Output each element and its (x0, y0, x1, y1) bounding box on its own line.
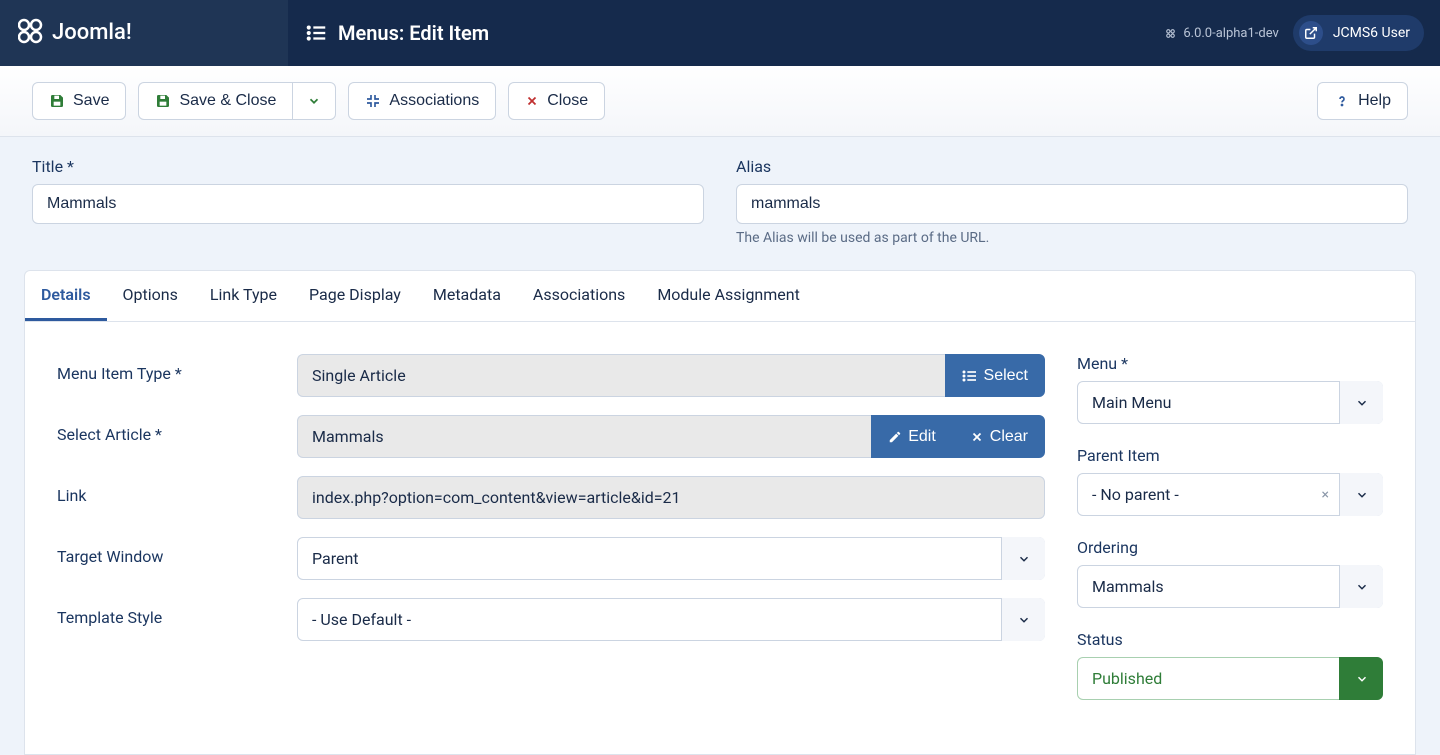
link-label: Link (57, 476, 297, 505)
page-title: Menus: Edit Item (338, 21, 489, 45)
alias-input[interactable] (736, 184, 1408, 224)
select-btn-label: Select (984, 367, 1028, 385)
parent-item-clear[interactable]: × (1322, 487, 1329, 503)
target-window-label: Target Window (57, 537, 297, 566)
tab-page-display[interactable]: Page Display (293, 271, 417, 321)
row-template-style: Template Style - Use Default - (57, 598, 1045, 641)
contract-icon (365, 93, 381, 109)
joomla-small-icon (1164, 27, 1177, 40)
tab-details[interactable]: Details (25, 271, 107, 321)
menu-item-type-label: Menu Item Type * (57, 354, 297, 383)
user-name: JCMS6 User (1333, 25, 1410, 41)
alias-help: The Alias will be used as part of the UR… (736, 230, 1408, 246)
tab-associations[interactable]: Associations (517, 271, 641, 321)
row-menu-item-type: Menu Item Type * Single Article Select (57, 354, 1045, 397)
user-menu[interactable]: JCMS6 User (1293, 15, 1424, 51)
ordering-label: Ordering (1077, 538, 1383, 557)
tab-options[interactable]: Options (107, 271, 194, 321)
edit-btn-label: Edit (908, 428, 936, 446)
help-button[interactable]: Help (1317, 82, 1408, 120)
help-icon (1334, 93, 1350, 109)
ordering-value: Mammals (1077, 565, 1383, 608)
save-dropdown-button[interactable] (292, 82, 336, 120)
target-window-select[interactable]: Parent (297, 537, 1045, 580)
menu-label: Menu * (1077, 354, 1383, 373)
template-style-select[interactable]: - Use Default - (297, 598, 1045, 641)
title-label: Title * (32, 157, 704, 176)
template-style-value: - Use Default - (297, 598, 1045, 641)
row-link: Link index.php?option=com_content&view=a… (57, 476, 1045, 519)
side-menu: Menu * Main Menu (1077, 354, 1383, 424)
link-value: index.php?option=com_content&view=articl… (297, 476, 1045, 519)
svg-text:Joomla!: Joomla! (52, 20, 132, 45)
header-right: 6.0.0-alpha1-dev JCMS6 User (1148, 0, 1440, 66)
row-target-window: Target Window Parent (57, 537, 1045, 580)
tab-module-assignment[interactable]: Module Assignment (641, 271, 816, 321)
list-icon (306, 22, 328, 44)
status-select[interactable]: Published (1077, 657, 1383, 700)
associations-label: Associations (389, 92, 479, 110)
menu-select[interactable]: Main Menu (1077, 381, 1383, 424)
parent-item-label: Parent Item (1077, 446, 1383, 465)
tab-link-type[interactable]: Link Type (194, 271, 293, 321)
save-icon (49, 93, 65, 109)
save-button[interactable]: Save (32, 82, 126, 120)
side-status: Status Published (1077, 630, 1383, 700)
close-icon (525, 94, 539, 108)
help-label: Help (1358, 92, 1391, 110)
select-article-label: Select Article * (57, 415, 297, 444)
menu-item-type-select-button[interactable]: Select (945, 354, 1045, 397)
toolbar: Save Save & Close Associations Close Hel… (0, 66, 1440, 137)
clear-btn-label: Clear (990, 428, 1028, 446)
save-close-button[interactable]: Save & Close (138, 82, 292, 120)
menu-value: Main Menu (1077, 381, 1383, 424)
close-label: Close (547, 92, 588, 110)
menu-item-type-value: Single Article (297, 354, 945, 397)
template-style-label: Template Style (57, 598, 297, 627)
title-area: Menus: Edit Item (288, 0, 1148, 66)
status-value: Published (1077, 657, 1383, 700)
alias-label: Alias (736, 157, 1408, 176)
save-label: Save (73, 92, 109, 110)
row-select-article: Select Article * Mammals Edit Clear (57, 415, 1045, 458)
save-icon (155, 93, 171, 109)
parent-item-value: - No parent - (1077, 473, 1383, 516)
logo-area[interactable]: Joomla! (0, 0, 288, 66)
close-icon (970, 430, 984, 444)
version-text: 6.0.0-alpha1-dev (1183, 26, 1278, 41)
target-window-value: Parent (297, 537, 1045, 580)
close-button[interactable]: Close (508, 82, 605, 120)
joomla-logo-icon: Joomla! (18, 17, 168, 49)
article-edit-button[interactable]: Edit (871, 415, 953, 458)
version-badge[interactable]: 6.0.0-alpha1-dev (1164, 26, 1278, 41)
title-section: Title * Alias The Alias will be used as … (0, 137, 1440, 270)
save-close-group: Save & Close (138, 82, 336, 120)
chevron-down-icon (307, 94, 321, 108)
select-article-value: Mammals (297, 415, 871, 458)
ordering-select[interactable]: Mammals (1077, 565, 1383, 608)
tabs-container: Details Options Link Type Page Display M… (0, 270, 1440, 755)
tabs: Details Options Link Type Page Display M… (25, 271, 1415, 322)
details-content: Menu Item Type * Single Article Select S… (25, 322, 1415, 754)
edit-icon (888, 430, 902, 444)
header: Joomla! Menus: Edit Item 6.0.0-alpha1-de… (0, 0, 1440, 66)
side-ordering: Ordering Mammals (1077, 538, 1383, 608)
save-close-label: Save & Close (179, 92, 276, 110)
external-link-icon (1299, 21, 1323, 45)
parent-item-select[interactable]: - No parent - × (1077, 473, 1383, 516)
article-clear-button[interactable]: Clear (953, 415, 1045, 458)
title-input[interactable] (32, 184, 704, 224)
tab-metadata[interactable]: Metadata (417, 271, 517, 321)
status-label: Status (1077, 630, 1383, 649)
side-parent-item: Parent Item - No parent - × (1077, 446, 1383, 516)
associations-button[interactable]: Associations (348, 82, 496, 120)
list-icon (962, 368, 978, 384)
